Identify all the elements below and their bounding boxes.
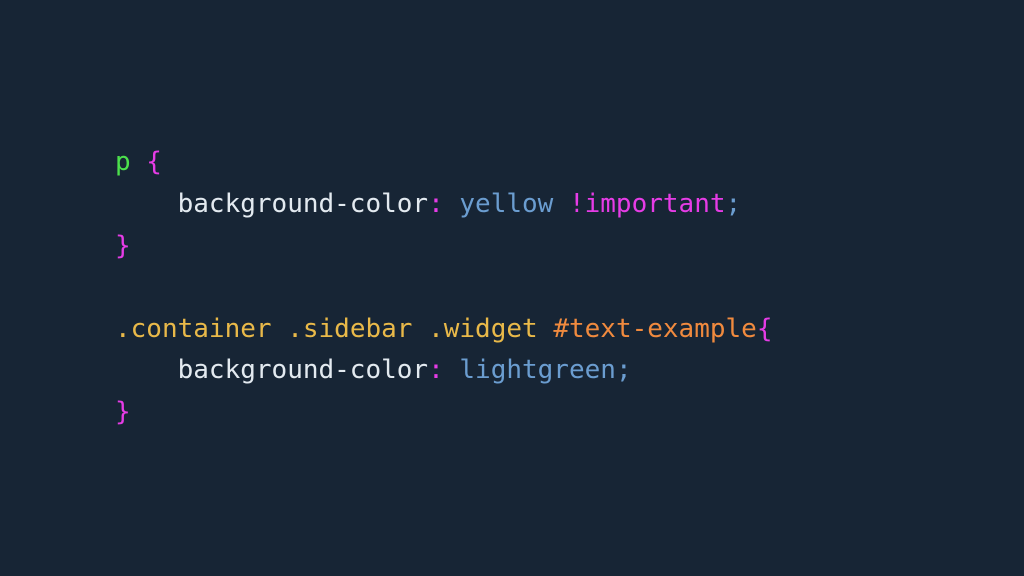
css-selector-class: .sidebar bbox=[287, 314, 412, 344]
colon: : bbox=[428, 355, 444, 385]
brace-close: } bbox=[115, 397, 131, 427]
important-flag: !important bbox=[553, 189, 725, 219]
brace-close: } bbox=[115, 231, 131, 261]
semicolon: ; bbox=[616, 355, 632, 385]
space bbox=[444, 189, 460, 219]
code-block: p { background-color: yellow !important;… bbox=[115, 142, 772, 433]
css-value: yellow bbox=[459, 189, 553, 219]
css-selector-id: #text-example bbox=[553, 314, 757, 344]
css-selector-tag: p bbox=[115, 147, 131, 177]
indent bbox=[115, 189, 178, 219]
brace-open: { bbox=[757, 314, 773, 344]
brace-open: { bbox=[131, 147, 162, 177]
colon: : bbox=[428, 189, 444, 219]
css-property: background-color bbox=[178, 355, 428, 385]
indent bbox=[115, 355, 178, 385]
css-property: background-color bbox=[178, 189, 428, 219]
semicolon: ; bbox=[726, 189, 742, 219]
css-value: lightgreen bbox=[459, 355, 616, 385]
space bbox=[444, 355, 460, 385]
css-selector-class: .container bbox=[115, 314, 272, 344]
css-selector-class: .widget bbox=[428, 314, 538, 344]
